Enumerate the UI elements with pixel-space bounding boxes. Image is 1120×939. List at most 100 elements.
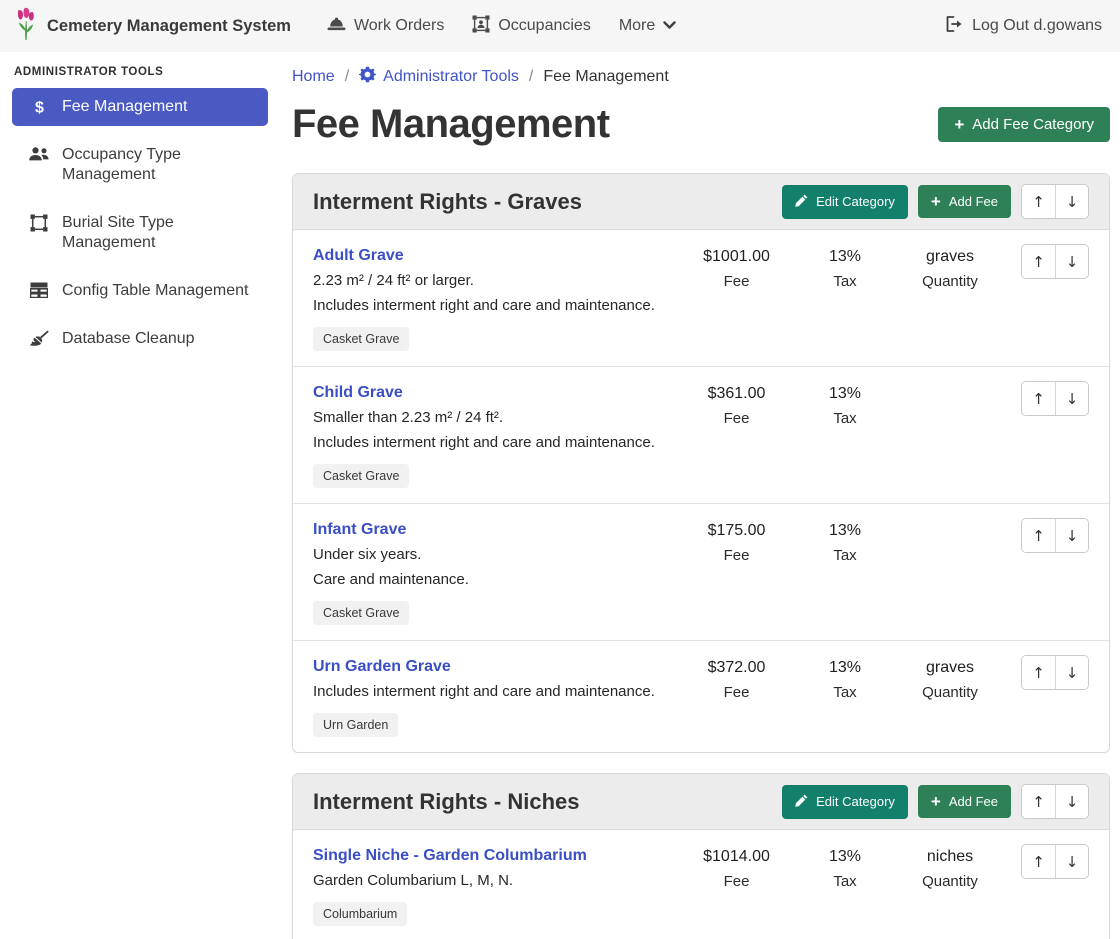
table-icon <box>28 281 50 298</box>
fee-amount-label: Fee <box>724 407 750 431</box>
sidebar-item-label: Burial Site Type Management <box>62 213 252 253</box>
fee-quantity-column: graves Quantity <box>891 244 1009 294</box>
fee-row: Child Grave Smaller than 2.23 m² / 24 ft… <box>293 366 1109 503</box>
sidebar-item-config-table[interactable]: Config Table Management <box>12 272 268 310</box>
fee-tax-label: Tax <box>833 270 856 294</box>
fee-row: Single Niche - Garden Columbarium Garden… <box>293 830 1109 939</box>
move-category-up-button[interactable]: ↑ <box>1022 785 1055 818</box>
sidebar-item-label: Config Table Management <box>62 281 249 301</box>
fee-description: Smaller than 2.23 m² / 24 ft². <box>313 406 664 430</box>
fee-quantity-column: niches Quantity <box>891 844 1009 894</box>
person-frame-icon <box>472 15 490 38</box>
vector-square-icon <box>28 213 50 232</box>
fee-category-list: Interment Rights - Graves Edit Category … <box>292 173 1110 939</box>
plus-icon: + <box>954 118 964 131</box>
fee-descriptions: Smaller than 2.23 m² / 24 ft².Includes i… <box>313 406 664 455</box>
plus-icon: + <box>931 795 941 808</box>
fee-description: 2.23 m² / 24 ft² or larger. <box>313 269 664 293</box>
fee-name-link[interactable]: Adult Grave <box>313 244 404 268</box>
edit-category-button[interactable]: Edit Category <box>782 785 908 819</box>
fee-amount-column: $175.00 Fee <box>674 518 799 568</box>
fee-description: Includes interment right and care and ma… <box>313 294 664 318</box>
fee-reorder-group: ↑ ↓ <box>1021 244 1089 279</box>
sidebar-item-fee-management[interactable]: $ Fee Management <box>12 88 268 126</box>
sidebar-item-label: Occupancy Type Management <box>62 145 252 185</box>
edit-category-label: Edit Category <box>816 194 895 209</box>
fee-quantity-value: graves <box>926 245 974 269</box>
sidebar-item-label: Fee Management <box>62 97 187 117</box>
fee-name-link[interactable]: Urn Garden Grave <box>313 655 451 679</box>
svg-text:$: $ <box>35 100 44 117</box>
edit-category-label: Edit Category <box>816 794 895 809</box>
move-category-down-button[interactable]: ↓ <box>1055 785 1088 818</box>
fee-description: Includes interment right and care and ma… <box>313 431 664 455</box>
move-category-down-button[interactable]: ↓ <box>1055 185 1088 218</box>
edit-category-button[interactable]: Edit Category <box>782 185 908 219</box>
gear-icon <box>359 66 376 88</box>
page-title: Fee Management <box>292 102 610 147</box>
sidebar-item-burial-site-type[interactable]: Burial Site Type Management <box>12 204 268 262</box>
hard-hat-icon <box>327 16 346 37</box>
move-fee-up-button[interactable]: ↑ <box>1022 382 1055 415</box>
move-fee-up-button[interactable]: ↑ <box>1022 845 1055 878</box>
add-fee-category-button[interactable]: + Add Fee Category <box>938 107 1110 142</box>
add-fee-category-label: Add Fee Category <box>972 116 1094 133</box>
fee-category-card: Interment Rights - Graves Edit Category … <box>292 173 1110 753</box>
nav-work-orders[interactable]: Work Orders <box>327 16 444 37</box>
fee-type-badge: Casket Grave <box>313 601 409 625</box>
sidebar-item-occupancy-type[interactable]: Occupancy Type Management <box>12 136 268 194</box>
fee-tax-value: 13% <box>829 382 861 406</box>
nav-more[interactable]: More <box>619 17 676 35</box>
move-fee-down-button[interactable]: ↓ <box>1055 245 1088 278</box>
category-title: Interment Rights - Niches <box>313 789 579 815</box>
add-fee-button[interactable]: + Add Fee <box>918 785 1011 818</box>
move-fee-down-button[interactable]: ↓ <box>1055 382 1088 415</box>
sidebar-item-label: Database Cleanup <box>62 329 195 349</box>
move-fee-up-button[interactable]: ↑ <box>1022 245 1055 278</box>
chevron-down-icon <box>663 17 676 35</box>
breadcrumb-home-link[interactable]: Home <box>292 68 335 86</box>
add-fee-button[interactable]: + Add Fee <box>918 185 1011 218</box>
move-fee-up-button[interactable]: ↑ <box>1022 656 1055 689</box>
fee-name-link[interactable]: Infant Grave <box>313 518 406 542</box>
move-fee-down-button[interactable]: ↓ <box>1055 656 1088 689</box>
fee-quantity-value: niches <box>927 845 973 869</box>
fee-type-badge: Casket Grave <box>313 327 409 351</box>
fee-name-link[interactable]: Single Niche - Garden Columbarium <box>313 844 587 868</box>
fee-type-badge: Casket Grave <box>313 464 409 488</box>
fee-type-badge: Urn Garden <box>313 713 398 737</box>
fee-reorder-group: ↑ ↓ <box>1021 518 1089 553</box>
nav-occupancies[interactable]: Occupancies <box>472 15 591 38</box>
fee-category-card: Interment Rights - Niches Edit Category … <box>292 773 1110 939</box>
fee-tax-column: 13% Tax <box>799 244 891 294</box>
fee-amount-label: Fee <box>724 870 750 894</box>
move-fee-up-button[interactable]: ↑ <box>1022 519 1055 552</box>
fee-descriptions: Garden Columbarium L, M, N. <box>313 869 664 893</box>
dollar-icon: $ <box>28 97 50 116</box>
nav-logout[interactable]: Log Out d.gowans <box>946 16 1102 37</box>
pencil-icon <box>795 194 808 210</box>
breadcrumb-admin-tools-link[interactable]: Administrator Tools <box>359 66 519 88</box>
fee-tax-value: 13% <box>829 519 861 543</box>
category-reorder-group: ↑ ↓ <box>1021 784 1089 819</box>
move-category-up-button[interactable]: ↑ <box>1022 185 1055 218</box>
move-fee-down-button[interactable]: ↓ <box>1055 845 1088 878</box>
fee-quantity-value: graves <box>926 656 974 680</box>
fee-quantity-label: Quantity <box>922 270 978 294</box>
fee-quantity-column <box>891 381 1009 383</box>
sign-out-icon <box>946 16 964 37</box>
sidebar-item-database-cleanup[interactable]: Database Cleanup <box>12 320 268 358</box>
category-header: Interment Rights - Graves Edit Category … <box>293 174 1109 230</box>
fee-name-link[interactable]: Child Grave <box>313 381 403 405</box>
category-reorder-group: ↑ ↓ <box>1021 184 1089 219</box>
tulip-logo-icon <box>14 7 38 46</box>
top-navbar: Cemetery Management System Work Orders <box>0 0 1120 52</box>
fee-reorder-group: ↑ ↓ <box>1021 655 1089 690</box>
fee-descriptions: 2.23 m² / 24 ft² or larger.Includes inte… <box>313 269 664 318</box>
fee-row: Infant Grave Under six years.Care and ma… <box>293 503 1109 640</box>
fee-tax-value: 13% <box>829 245 861 269</box>
move-fee-down-button[interactable]: ↓ <box>1055 519 1088 552</box>
fee-quantity-label: Quantity <box>922 870 978 894</box>
fee-description: Includes interment right and care and ma… <box>313 680 664 704</box>
fee-tax-label: Tax <box>833 870 856 894</box>
